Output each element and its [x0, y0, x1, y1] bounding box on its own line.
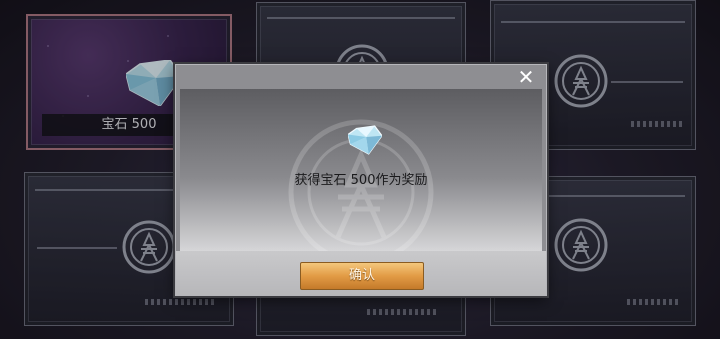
dialog-body: 获得宝石 500作为奖励 — [180, 89, 542, 251]
close-icon[interactable]: ✕ — [516, 67, 536, 87]
confirm-button[interactable]: 确认 — [300, 262, 424, 290]
gem-icon — [348, 125, 382, 155]
reward-dialog: ✕ 获得宝石 500作为奖励 确认 — [175, 64, 547, 296]
reward-message: 获得宝石 500作为奖励 — [294, 173, 428, 188]
